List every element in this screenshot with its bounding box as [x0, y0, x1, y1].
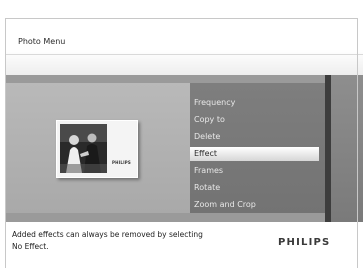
- menu-item-frames[interactable]: Frames: [194, 165, 223, 177]
- photo-frame-screen: Photo Menu PHILIPS Frequency Copy to Del…: [0, 0, 363, 273]
- wedding-photo-image: [60, 124, 107, 173]
- photo-thumbnail: PHILIPS: [56, 120, 138, 178]
- header-divider: [6, 54, 363, 55]
- menu-item-rotate[interactable]: Rotate: [194, 182, 220, 194]
- menu-item-delete[interactable]: Delete: [194, 131, 220, 143]
- help-text: Added effects can always be removed by s…: [12, 229, 242, 253]
- menu-item-frequency[interactable]: Frequency: [194, 97, 235, 109]
- menu-item-effect[interactable]: Effect: [190, 147, 319, 161]
- menu-item-effect-label: Effect: [194, 149, 218, 158]
- menu-item-copy-to[interactable]: Copy to: [194, 114, 225, 126]
- help-text-line-2: No Effect.: [12, 242, 49, 251]
- thumbnail-brand-label: PHILIPS: [112, 160, 132, 165]
- help-text-line-1: Added effects can always be removed by s…: [12, 230, 203, 239]
- menu-item-zoom-and-crop[interactable]: Zoom and Crop: [194, 199, 256, 211]
- page-title: Photo Menu: [18, 37, 66, 46]
- preview-panel: PHILIPS: [6, 83, 190, 213]
- header-bar: Photo Menu: [6, 19, 363, 75]
- right-side-strip: [331, 75, 363, 222]
- philips-logo: PHILIPS: [278, 237, 331, 248]
